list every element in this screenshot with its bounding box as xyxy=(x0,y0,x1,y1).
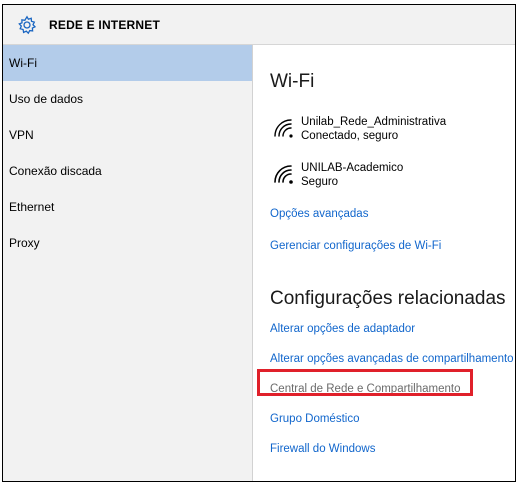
settings-window: REDE E INTERNET Wi-Fi Uso de dados VPN C… xyxy=(2,4,516,482)
sidebar: Wi-Fi Uso de dados VPN Conexão discada E… xyxy=(3,45,253,481)
network-item-administrativa[interactable]: Unilab_Rede_Administrativa Conectado, se… xyxy=(272,115,446,143)
sidebar-item-data-usage[interactable]: Uso de dados xyxy=(3,81,252,117)
window-title: REDE E INTERNET xyxy=(49,17,161,32)
network-name: Unilab_Rede_Administrativa xyxy=(301,116,447,128)
network-item-academico[interactable]: UNILAB-Academico Seguro xyxy=(272,161,403,189)
related-settings-heading: Configurações relacionadas xyxy=(270,288,506,309)
wifi-signal-icon xyxy=(272,164,294,186)
gear-icon xyxy=(17,15,37,35)
sidebar-item-proxy[interactable]: Proxy xyxy=(3,225,252,261)
sidebar-item-dial-up[interactable]: Conexão discada xyxy=(3,153,252,189)
windows-firewall-link[interactable]: Firewall do Windows xyxy=(270,443,375,455)
page-title: Wi-Fi xyxy=(270,71,315,92)
network-name: UNILAB-Academico xyxy=(301,162,404,174)
sidebar-item-wifi[interactable]: Wi-Fi xyxy=(3,45,252,81)
wifi-signal-icon xyxy=(272,118,294,140)
network-status: Seguro xyxy=(301,176,339,188)
advanced-options-link[interactable]: Opções avançadas xyxy=(270,208,368,220)
adapter-options-link[interactable]: Alterar opções de adaptador xyxy=(270,323,415,335)
title-bar: REDE E INTERNET xyxy=(3,5,515,45)
main-content: Wi-Fi Unilab_Rede_Administrativa Conecta… xyxy=(270,45,515,481)
network-sharing-center-link[interactable]: Central de Rede e Compartilhamento xyxy=(270,383,461,395)
sidebar-item-ethernet[interactable]: Ethernet xyxy=(3,189,252,225)
manage-wifi-settings-link[interactable]: Gerenciar configurações de Wi-Fi xyxy=(270,240,441,252)
network-status: Conectado, seguro xyxy=(301,130,399,142)
sidebar-item-vpn[interactable]: VPN xyxy=(3,117,252,153)
advanced-sharing-link[interactable]: Alterar opções avançadas de compartilham… xyxy=(270,353,514,365)
homegroup-link[interactable]: Grupo Doméstico xyxy=(270,413,359,425)
